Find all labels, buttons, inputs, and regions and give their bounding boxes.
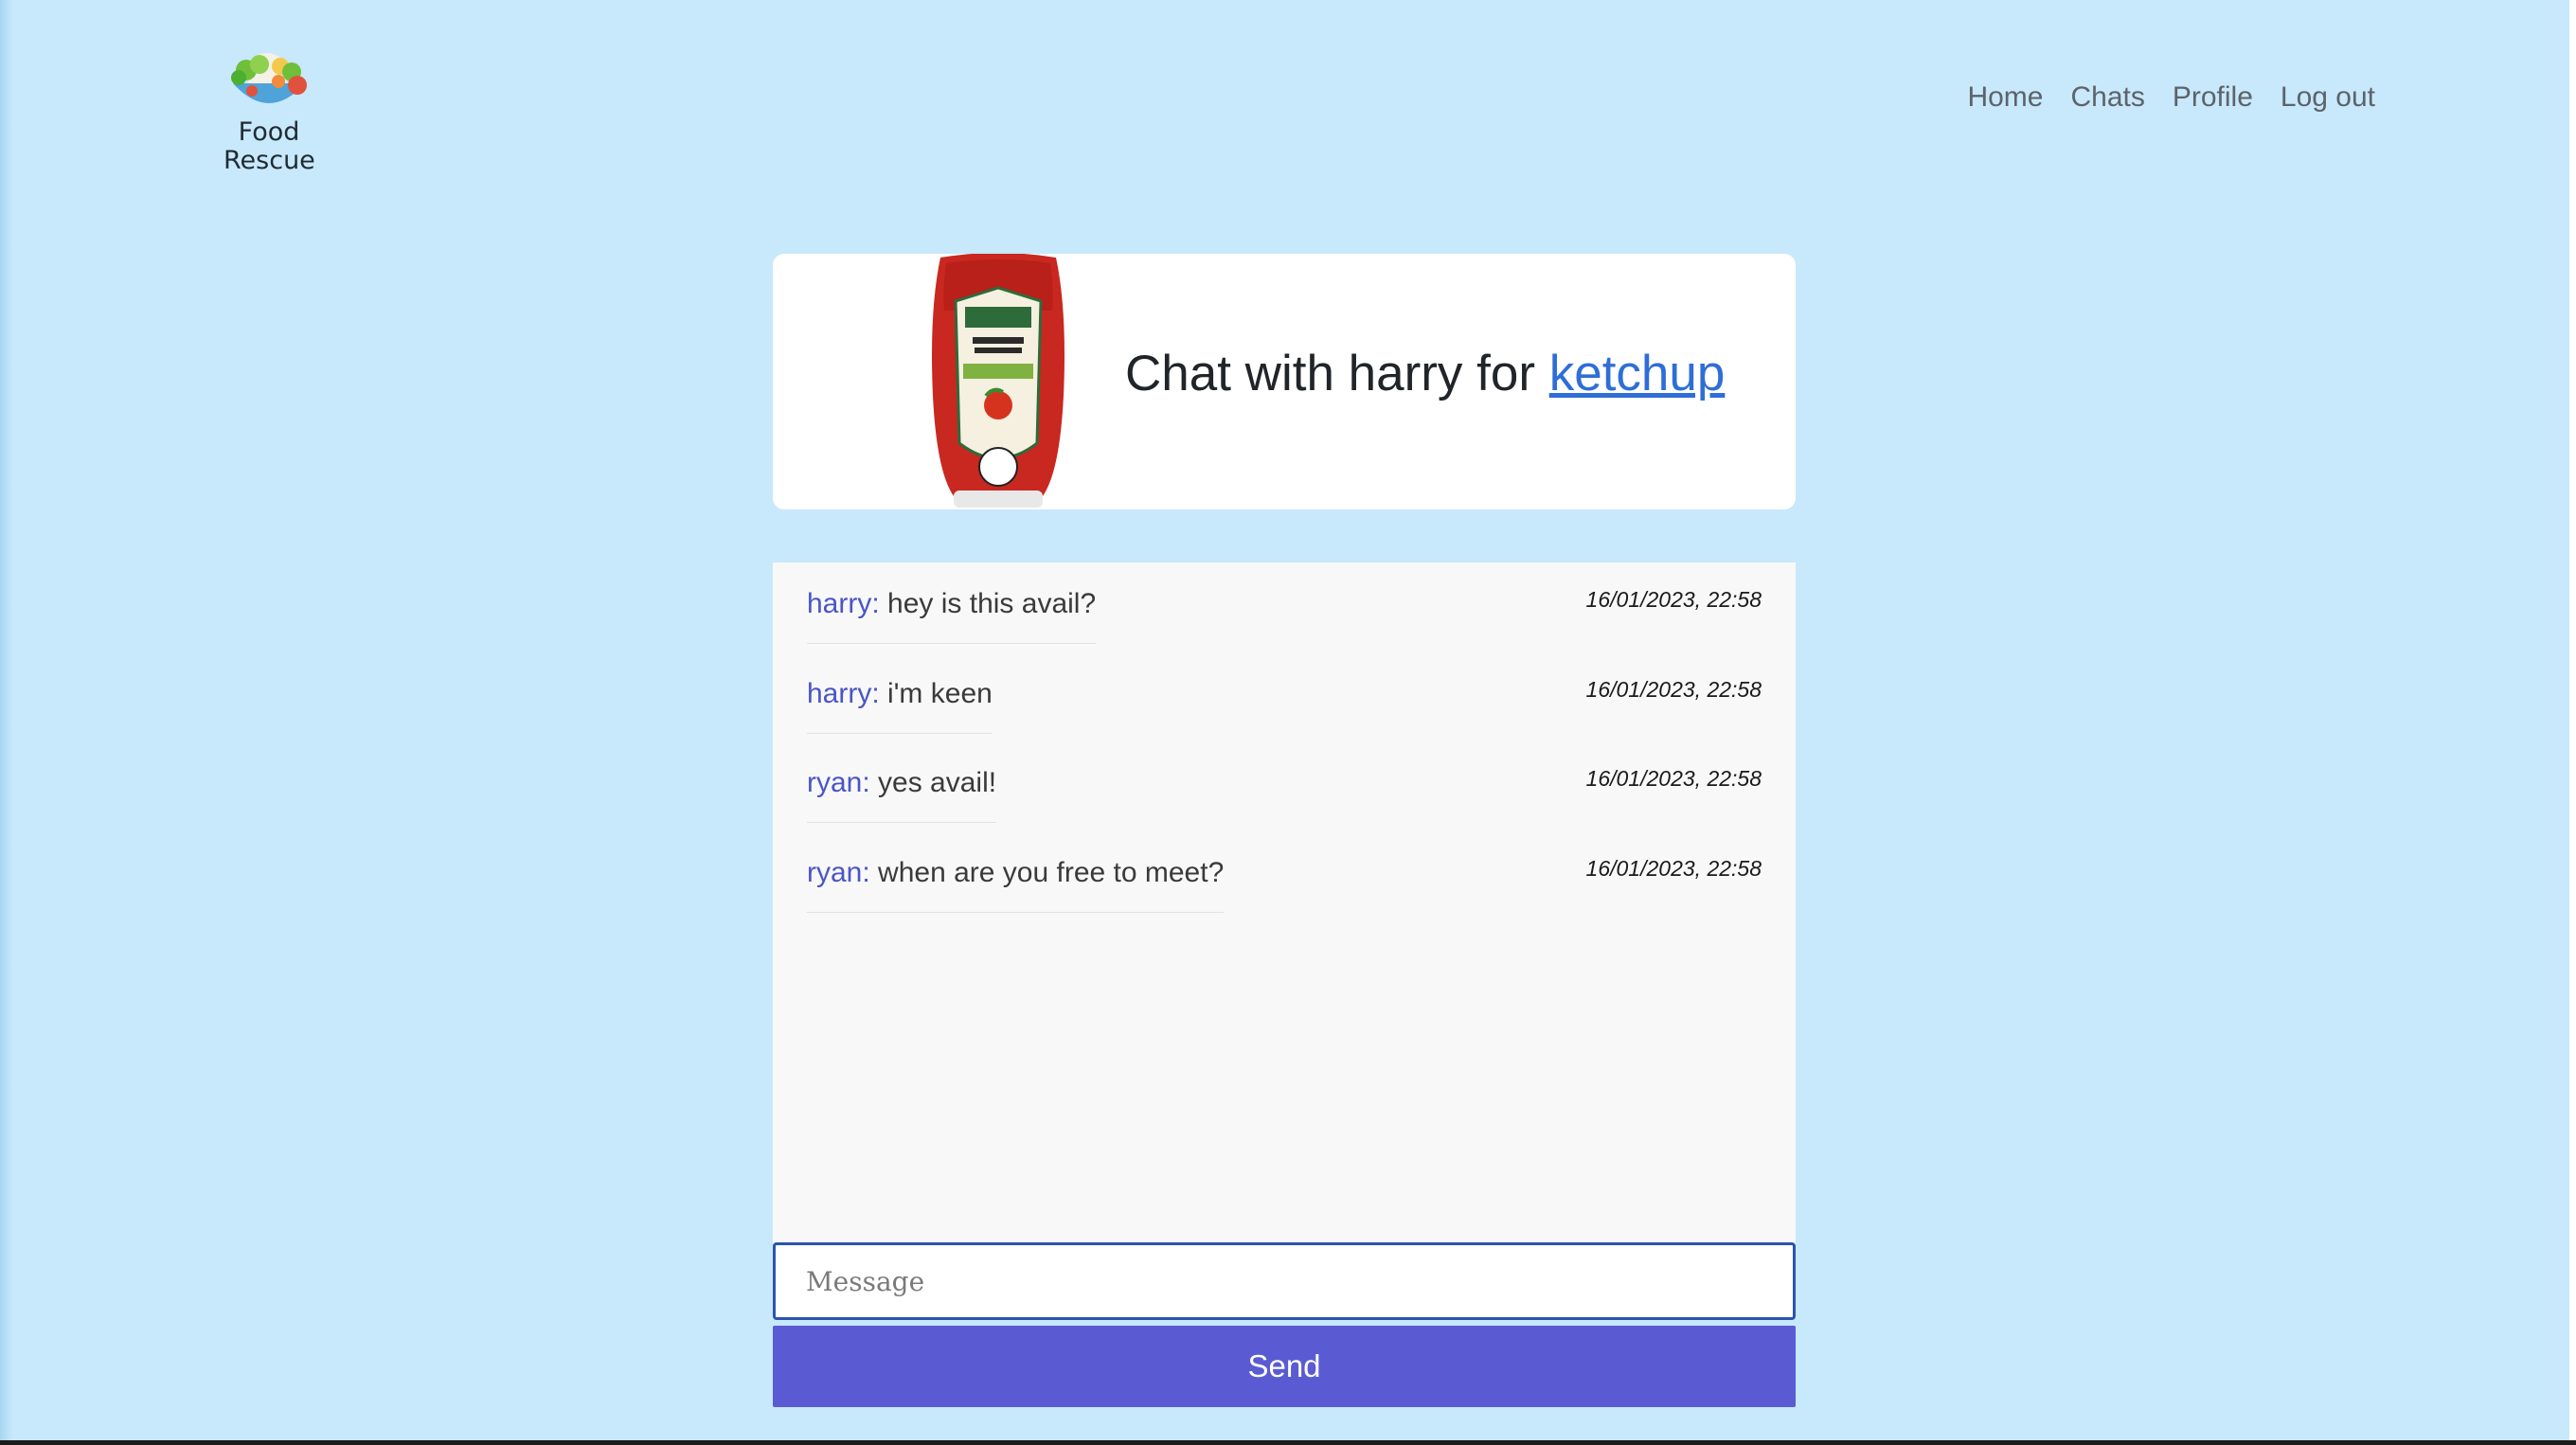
item-link[interactable]: ketchup <box>1549 346 1726 401</box>
chat-title: Chat with harry for ketchup <box>1125 345 1725 402</box>
message-timestamp: 16/01/2023, 22:58 <box>1585 677 1762 702</box>
message-body: ryan: when are you free to meet? <box>807 831 1225 913</box>
top-nav: Home Chats Profile Log out <box>1967 81 2375 114</box>
message-sender: ryan <box>807 857 863 888</box>
salad-bowl-icon <box>231 53 307 103</box>
message-separator: : <box>862 767 870 798</box>
message-body: harry: hey is this avail? <box>807 562 1097 644</box>
message-item: harry: i'm keen 16/01/2023, 22:58 <box>807 652 1762 742</box>
message-timestamp: 16/01/2023, 22:58 <box>1585 587 1762 612</box>
message-timestamp: 16/01/2023, 22:58 <box>1585 766 1762 791</box>
message-text: yes avail! <box>869 767 997 798</box>
message-text: when are you free to meet? <box>869 857 1225 888</box>
window-edge <box>0 0 13 1445</box>
nav-profile[interactable]: Profile <box>2173 81 2253 114</box>
window-gutter <box>2569 0 2576 1445</box>
chat-title-text: Chat with harry for <box>1125 346 1549 401</box>
message-item: harry: hey is this avail? 16/01/2023, 22… <box>807 562 1762 652</box>
message-body: harry: i'm keen <box>807 652 993 734</box>
message-timestamp: 16/01/2023, 22:58 <box>1585 856 1762 881</box>
message-separator: : <box>871 588 880 619</box>
nav-logout[interactable]: Log out <box>2281 81 2375 114</box>
brand-logo[interactable]: Food Rescue <box>224 49 315 175</box>
message-text: hey is this avail? <box>879 588 1097 619</box>
message-separator: : <box>862 857 870 888</box>
page: Food Rescue Home Chats Profile Log out C… <box>0 0 2576 1445</box>
send-button[interactable]: Send <box>773 1326 1796 1407</box>
brand-name-line2: Rescue <box>224 146 315 175</box>
message-sender: ryan <box>807 767 863 798</box>
message-body: ryan: yes avail! <box>807 741 997 823</box>
message-input[interactable] <box>773 1242 1796 1320</box>
chat-header-card: Chat with harry for ketchup <box>773 254 1796 509</box>
message-sender: harry <box>807 588 872 619</box>
message-list[interactable]: harry: hey is this avail? 16/01/2023, 22… <box>773 562 1796 1244</box>
message-item: ryan: when are you free to meet? 16/01/2… <box>807 831 1762 921</box>
nav-chats[interactable]: Chats <box>2070 81 2144 114</box>
window-bottom-bar <box>0 1440 2576 1445</box>
brand-name-line1: Food <box>238 117 300 147</box>
message-text: i'm keen <box>879 678 993 709</box>
message-sender: harry <box>807 678 872 709</box>
nav-home[interactable]: Home <box>1967 81 2043 114</box>
message-item: ryan: yes avail! 16/01/2023, 22:58 <box>807 741 1762 831</box>
message-separator: : <box>871 678 880 709</box>
ketchup-bottle-image <box>932 254 1064 508</box>
